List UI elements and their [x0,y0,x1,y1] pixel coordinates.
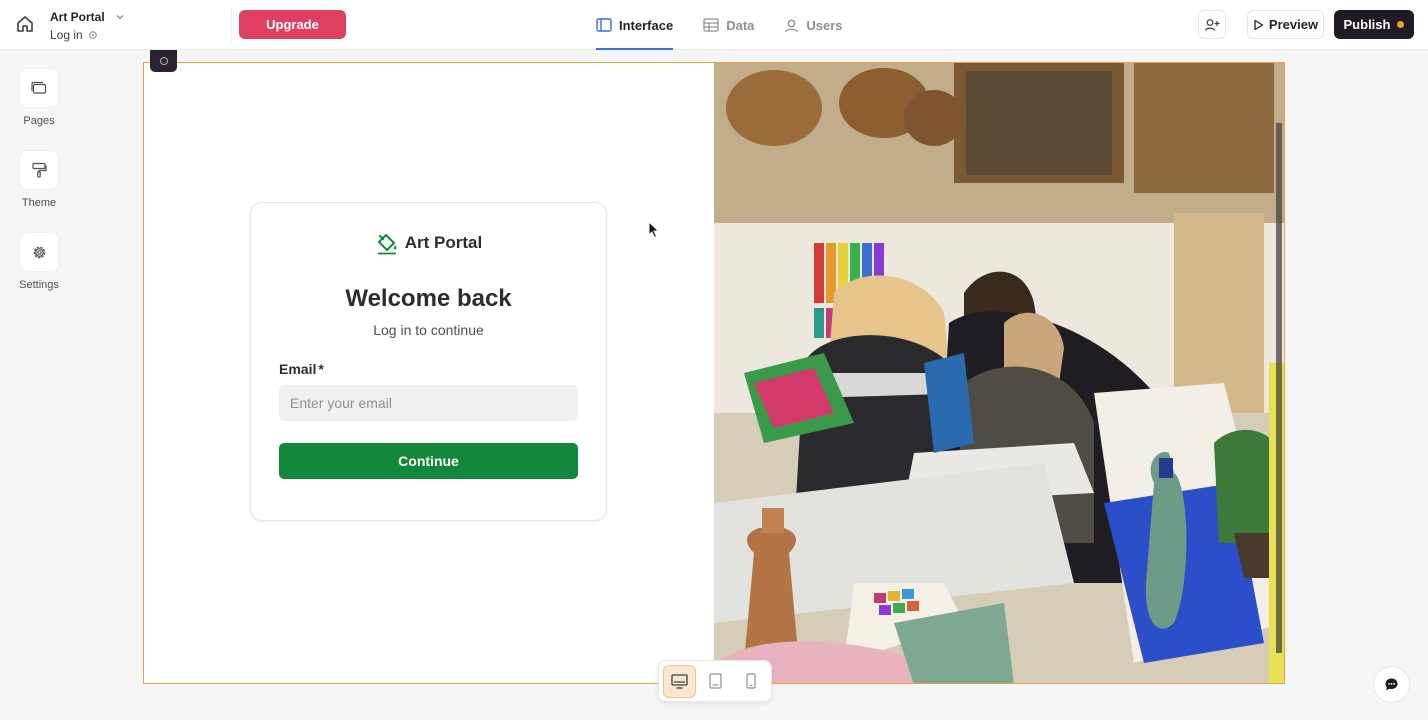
email-field[interactable] [279,385,578,421]
tablet-icon [708,673,722,689]
layout-icon [596,18,612,32]
sidebar-item-settings[interactable] [19,232,59,272]
login-card: Art Portal Welcome back Log in to contin… [250,202,607,521]
paint-roller-icon [32,162,47,178]
page-selector[interactable]: Log in [50,28,98,42]
tab-label: Data [726,17,755,33]
tab-users[interactable]: Users [784,0,843,50]
publish-status-dot [1397,21,1405,28]
gear-small-icon [88,31,97,39]
publish-button[interactable]: Publish [1334,10,1414,39]
tab-label: Interface [619,17,674,33]
brand: Art Portal [251,231,606,255]
page-name: Log in [50,28,83,42]
paint-bucket-logo-icon [377,234,397,255]
desktop-icon [671,673,688,689]
brand-name: Art Portal [404,233,483,252]
user-plus-icon [1204,18,1220,31]
desktop-view-button[interactable] [663,664,696,698]
main-tabs: Interface Data Users [596,0,873,50]
play-icon [1254,19,1264,30]
page-canvas: Art Portal Welcome back Log in to contin… [143,62,1285,684]
preview-button[interactable]: Preview [1247,10,1324,39]
app-name[interactable]: Art Portal [50,10,105,24]
gear-icon [33,246,45,258]
mobile-view-button[interactable] [734,665,767,698]
sidebar-label-theme: Theme [21,197,57,209]
user-icon [785,19,799,32]
help-chat-button[interactable] [1373,666,1410,703]
table-icon [703,18,719,32]
sidebar-item-pages[interactable] [19,68,59,108]
preview-label: Preview [1268,17,1319,32]
email-label: Email * [279,361,324,377]
email-label-text: Email [279,361,317,377]
login-title: Welcome back [345,285,512,312]
pages-icon [31,81,47,94]
login-subtitle: Log in to continue [373,322,484,338]
upgrade-button[interactable]: Upgrade [239,10,346,39]
device-switcher [658,660,772,702]
tab-label: Users [806,17,843,33]
home-icon [17,16,33,32]
invite-user-button[interactable] [1198,10,1226,39]
top-bar: Art Portal Log in Upgrade Interface Data… [0,0,1428,50]
frame-handle[interactable] [150,50,177,72]
divider [231,8,232,42]
sidebar-item-theme[interactable] [19,150,59,190]
mobile-icon [746,673,756,689]
tab-interface[interactable]: Interface [596,0,674,50]
publish-label: Publish [1343,17,1391,32]
tab-data[interactable]: Data [703,0,754,50]
home-button[interactable] [12,11,38,37]
sidebar-label-pages: Pages [23,115,55,127]
hero-photo [714,63,1284,683]
sidebar-label-settings: Settings [19,279,59,291]
mouse-cursor-icon [648,221,660,239]
chevron-down-icon[interactable] [114,11,126,23]
art-studio-photo-image [714,63,1284,683]
tablet-view-button[interactable] [699,665,732,698]
required-marker: * [318,361,324,377]
chat-icon [1385,678,1398,691]
continue-button[interactable]: Continue [279,443,578,479]
